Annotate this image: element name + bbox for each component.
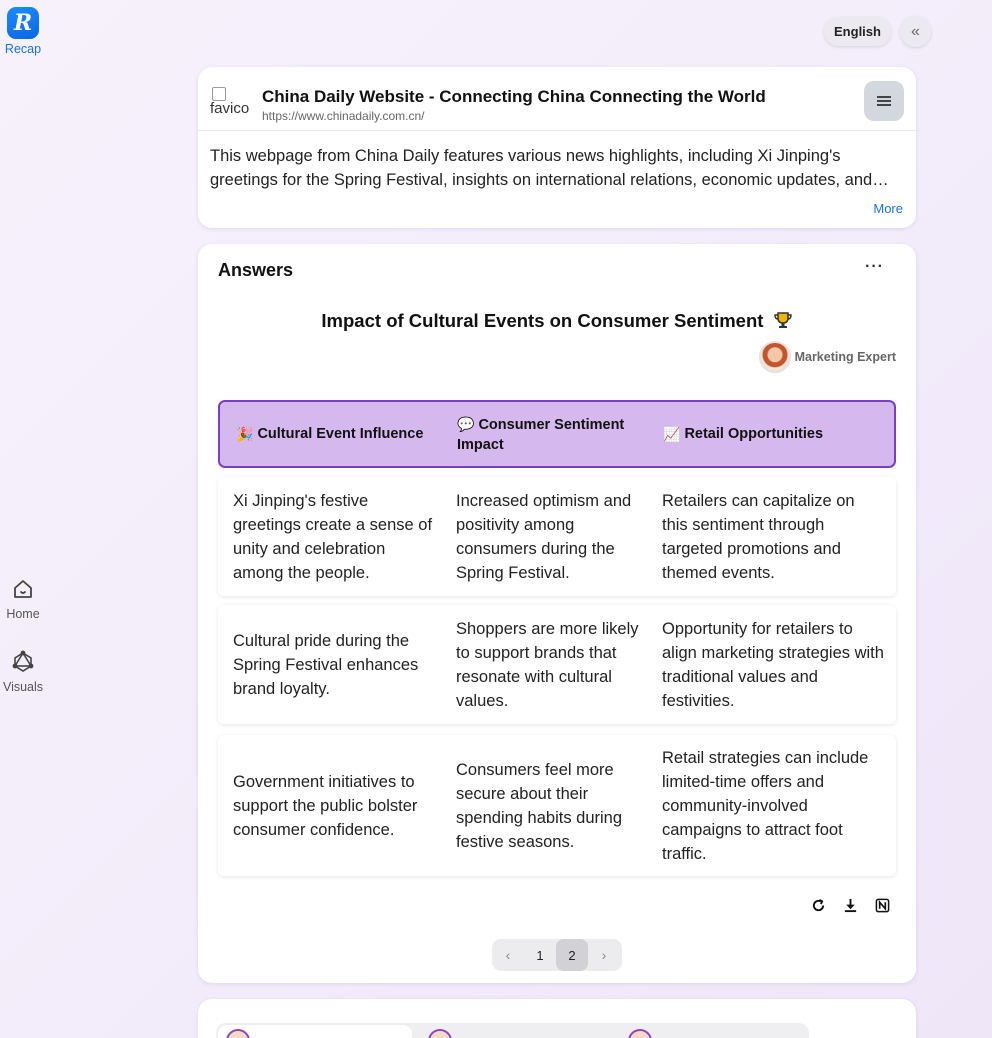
source-header: favicon China Daily Website - Connecting… bbox=[198, 67, 916, 131]
source-card: favicon China Daily Website - Connecting… bbox=[198, 67, 916, 228]
notion-icon bbox=[875, 898, 889, 912]
refresh-button[interactable] bbox=[808, 895, 828, 915]
answers-heading: Answers bbox=[218, 260, 294, 280]
visuals-label: Visuals bbox=[2, 680, 44, 694]
source-title[interactable]: China Daily Website - Connecting China C… bbox=[262, 86, 864, 108]
collapse-panel-button[interactable]: « bbox=[900, 16, 931, 47]
recap-logo-link[interactable]: R Recap bbox=[0, 7, 46, 56]
download-button[interactable] bbox=[840, 895, 860, 915]
table-cell: Shoppers are more likely to support bran… bbox=[456, 619, 639, 710]
more-link[interactable]: More bbox=[873, 201, 903, 216]
visuals-icon bbox=[12, 650, 34, 672]
left-rail: R Recap Home Visuals bbox=[0, 0, 46, 1038]
download-icon bbox=[844, 898, 856, 912]
answers-card: Answers ··· Impact of Cultural Events on… bbox=[198, 244, 916, 983]
answer-actions bbox=[808, 895, 892, 915]
pagination: ‹ 1 2 › bbox=[492, 939, 622, 971]
avatar[interactable] bbox=[428, 1029, 452, 1038]
nav-home[interactable]: Home bbox=[0, 577, 46, 621]
recap-label: Recap bbox=[4, 42, 42, 56]
source-url[interactable]: https://www.chinadaily.com.cn/ bbox=[262, 108, 864, 124]
page-2-button[interactable]: 2 bbox=[556, 939, 588, 971]
page-1-button[interactable]: 1 bbox=[524, 939, 556, 971]
home-icon bbox=[14, 580, 32, 598]
avatar bbox=[758, 341, 791, 373]
nav-visuals[interactable]: Visuals bbox=[0, 650, 46, 694]
party-popper-icon: 🎉 bbox=[236, 426, 254, 442]
table-cell: Government initiatives to support the pu… bbox=[233, 772, 418, 839]
table-cell: Consumers feel more secure about their s… bbox=[456, 760, 623, 851]
table-header: 🎉 Cultural Event Influence 💬 Consumer Sen… bbox=[218, 400, 896, 468]
trophy-icon bbox=[773, 312, 792, 328]
speech-bubble-icon: 💬 bbox=[457, 415, 475, 432]
table-cell: Cultural pride during the Spring Festiva… bbox=[233, 631, 419, 698]
column-header-retail-opportunities: 📈 Retail Opportunities bbox=[663, 426, 824, 442]
expert-tabs-card bbox=[198, 999, 916, 1038]
double-chevron-left-icon: « bbox=[911, 22, 920, 40]
table-cell: Retail strategies can include limited-ti… bbox=[662, 748, 869, 863]
table-row: Government initiatives to support the pu… bbox=[218, 735, 896, 876]
table-cell: Retailers can capitalize on this sentime… bbox=[662, 491, 855, 582]
table-cell: Opportunity for retailers to align marke… bbox=[662, 619, 884, 710]
expert-label: Marketing Expert bbox=[794, 350, 896, 364]
chart-increasing-icon: 📈 bbox=[663, 426, 681, 442]
hamburger-icon bbox=[877, 99, 891, 102]
answers-more-menu[interactable]: ··· bbox=[865, 258, 884, 276]
table-cell: Xi Jinping's festive greetings create a … bbox=[233, 491, 433, 582]
table-title: Impact of Cultural Events on Consumer Se… bbox=[198, 310, 916, 332]
home-label: Home bbox=[6, 607, 40, 621]
table-cell: Increased optimism and positivity among … bbox=[456, 491, 632, 582]
next-page-button[interactable]: › bbox=[588, 939, 620, 971]
expert-badge: Marketing Expert bbox=[758, 341, 896, 373]
notion-export-button[interactable] bbox=[872, 895, 892, 915]
language-button[interactable]: English bbox=[824, 17, 891, 46]
refresh-icon bbox=[812, 898, 824, 911]
column-header-cultural-event: 🎉 Cultural Event Influence bbox=[236, 426, 424, 442]
column-header-consumer-sentiment: 💬 Consumer Sentiment Impact bbox=[457, 415, 625, 453]
avatar[interactable] bbox=[628, 1029, 652, 1038]
favicon-image: favicon bbox=[210, 86, 250, 123]
table-row: Xi Jinping's festive greetings create a … bbox=[218, 477, 896, 596]
table-row: Cultural pride during the Spring Festiva… bbox=[218, 605, 896, 724]
recap-logo-icon: R bbox=[7, 7, 39, 39]
expert-tabs bbox=[216, 1023, 809, 1038]
prev-page-button[interactable]: ‹ bbox=[492, 939, 524, 971]
source-summary: This webpage from China Daily features v… bbox=[210, 147, 873, 189]
source-menu-button[interactable] bbox=[864, 80, 904, 121]
